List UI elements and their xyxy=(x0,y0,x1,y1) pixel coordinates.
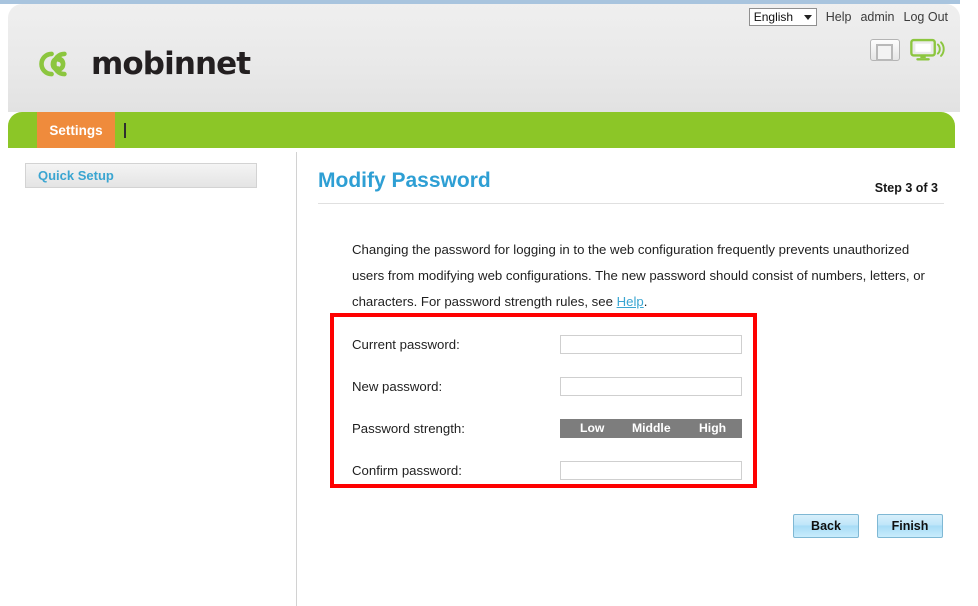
confirm-password-label: Confirm password: xyxy=(352,462,462,478)
finish-button[interactable]: Finish xyxy=(877,514,943,538)
mobinnet-spiral-logo-icon xyxy=(39,51,67,77)
form-row-current-password: Current password: xyxy=(352,323,742,365)
new-password-label: New password: xyxy=(352,378,443,394)
page-root: English Help admin Log Out mobinnet Sett… xyxy=(0,0,978,606)
strength-level-high: High xyxy=(699,421,727,435)
sidebar-item-quick-setup[interactable]: Quick Setup xyxy=(25,163,257,188)
form-row-confirm-password: Confirm password: xyxy=(352,449,742,491)
modify-password-form: Current password: New password: Password… xyxy=(352,323,742,491)
main-content: Modify Password Step 3 of 3 Changing the… xyxy=(297,148,960,606)
help-link[interactable]: Help xyxy=(826,10,852,24)
new-password-input[interactable] xyxy=(560,376,742,396)
account-label[interactable]: admin xyxy=(860,10,894,24)
form-row-new-password: New password: xyxy=(352,365,742,407)
language-select[interactable]: English xyxy=(748,8,817,26)
confirm-password-input[interactable] xyxy=(560,460,742,480)
main-navbar: Settings xyxy=(8,112,955,148)
current-password-label: Current password: xyxy=(352,336,460,352)
brand-logo[interactable]: mobinnet xyxy=(36,42,251,86)
tab-settings[interactable]: Settings xyxy=(37,112,115,148)
step-indicator: Step 3 of 3 xyxy=(874,181,938,195)
utility-links: English Help admin Log Out xyxy=(748,8,948,26)
navbar-divider xyxy=(124,123,126,138)
intro-paragraph: Changing the password for logging in to … xyxy=(352,237,937,315)
form-row-password-strength: Password strength: Low Middle High xyxy=(352,407,742,449)
device-status-icon[interactable] xyxy=(870,39,900,61)
password-rules-help-link[interactable]: Help xyxy=(617,294,644,309)
strength-level-middle: Middle xyxy=(632,421,671,435)
strength-level-low: Low xyxy=(580,421,605,435)
network-monitor-icon[interactable] xyxy=(910,38,946,62)
sidebar-item-label: Quick Setup xyxy=(38,168,114,183)
title-underline xyxy=(318,203,944,204)
wizard-button-row: Back Finish xyxy=(793,514,943,538)
back-button[interactable]: Back xyxy=(793,514,859,538)
logout-link[interactable]: Log Out xyxy=(904,10,948,24)
chevron-down-icon xyxy=(803,14,812,20)
tab-settings-label: Settings xyxy=(49,122,103,138)
password-strength-label: Password strength: xyxy=(352,420,465,436)
language-select-value: English xyxy=(753,10,794,24)
right-page-margin xyxy=(960,0,978,606)
current-password-input[interactable] xyxy=(560,334,742,354)
intro-text-part2: . xyxy=(643,294,648,310)
status-icon-group xyxy=(870,38,946,62)
password-strength-meter: Low Middle High xyxy=(560,418,742,438)
page-header-row: Modify Password Step 3 of 3 xyxy=(318,169,940,195)
page-header: English Help admin Log Out mobinnet xyxy=(8,4,960,112)
brand-name: mobinnet xyxy=(91,46,251,82)
sidebar: Quick Setup xyxy=(8,148,296,606)
page-title: Modify Password xyxy=(318,169,491,192)
